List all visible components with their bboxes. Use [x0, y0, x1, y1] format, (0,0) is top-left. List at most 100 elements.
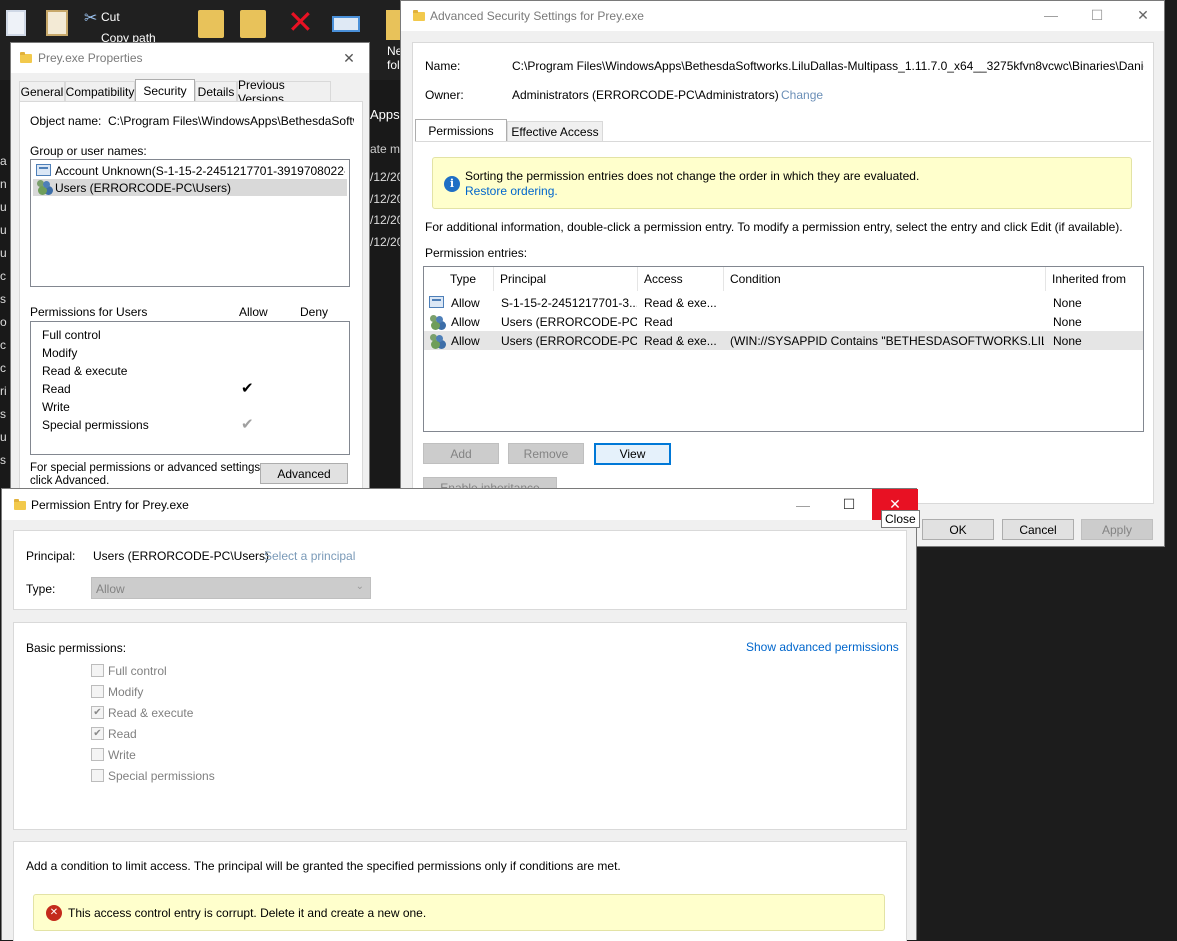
add-button[interactable]: Add	[423, 443, 499, 464]
principal-panel: Principal: Users (ERRORCODE-PC\Users) Se…	[13, 530, 907, 610]
apply-button[interactable]: Apply	[1081, 519, 1153, 540]
properties-dialog: Prey.exe Properties ✕ General Compatibil…	[10, 42, 370, 502]
tab-divider	[415, 141, 1151, 142]
condition-panel: Add a condition to limit access. The pri…	[13, 841, 907, 941]
list-item: Read	[42, 382, 71, 396]
table-header: Type Principal Access Condition Inherite…	[424, 267, 1143, 291]
full-control-label: Full control	[108, 664, 167, 678]
advanced-body: Name: C:\Program Files\WindowsApps\Bethe…	[412, 42, 1154, 504]
view-button[interactable]: View	[594, 443, 671, 465]
entry-titlebar[interactable]: Permission Entry for Prey.exe — ☐ ✕	[2, 489, 918, 520]
change-owner-link[interactable]: Change	[781, 88, 823, 102]
close-icon[interactable]: ✕	[331, 43, 367, 73]
info-icon: i	[444, 176, 460, 192]
cancel-button[interactable]: Cancel	[1002, 519, 1074, 540]
users-icon	[429, 334, 445, 348]
explorer-apps-fragment: Apps	[370, 107, 400, 122]
restore-ordering-link[interactable]: Restore ordering.	[465, 184, 558, 198]
package-icon	[429, 296, 444, 308]
permission-entries-table[interactable]: Type Principal Access Condition Inherite…	[423, 266, 1144, 432]
cut-icon[interactable]: ✂	[84, 8, 97, 28]
advanced-security-dialog: Advanced Security Settings for Prey.exe …	[400, 0, 1165, 547]
tab-compatibility[interactable]: Compatibility	[65, 81, 135, 101]
cut-label[interactable]: Cut	[101, 10, 120, 24]
package-icon	[36, 164, 51, 176]
modify-checkbox[interactable]	[91, 685, 104, 698]
properties-tabs: General Compatibility Security Details P…	[19, 78, 369, 106]
full-control-checkbox[interactable]	[91, 664, 104, 677]
tab-details[interactable]: Details	[195, 81, 237, 101]
type-select[interactable]: Allow ⌄	[91, 577, 371, 599]
minimize-icon[interactable]: —	[1028, 1, 1074, 29]
column-header-principal[interactable]: Principal	[494, 267, 638, 291]
special-permissions-note: For special permissions or advanced sett…	[30, 462, 264, 487]
permissions-list[interactable]: Full control Modify Read & execute Read …	[30, 321, 350, 455]
copy-icon[interactable]	[6, 10, 26, 36]
paste-icon[interactable]	[46, 10, 68, 36]
table-row[interactable]: Allow Users (ERRORCODE-PC... Read None	[424, 312, 1143, 331]
explorer-date-3: /12/20	[370, 213, 404, 227]
deny-header: Deny	[300, 305, 329, 319]
show-advanced-permissions-link[interactable]: Show advanced permissions	[746, 640, 899, 654]
list-item[interactable]: Account Unknown(S-1-15-2-2451217701-3919…	[33, 162, 347, 179]
advanced-title: Advanced Security Settings for Prey.exe	[430, 9, 644, 23]
security-tab-panel: Object name: C:\Program Files\WindowsApp…	[19, 101, 363, 501]
tab-general[interactable]: General	[19, 81, 65, 101]
error-icon: ✕	[46, 905, 62, 921]
advanced-titlebar[interactable]: Advanced Security Settings for Prey.exe …	[401, 1, 1164, 31]
object-name-value: C:\Program Files\WindowsApps\BethesdaSof…	[108, 114, 354, 128]
column-header-access[interactable]: Access	[638, 267, 724, 291]
rename-icon[interactable]	[332, 16, 360, 32]
list-item: Full control	[42, 328, 101, 342]
write-label: Write	[108, 748, 136, 762]
maximize-icon[interactable]: ☐	[1074, 1, 1120, 29]
group-list[interactable]: Account Unknown(S-1-15-2-2451217701-3919…	[30, 159, 350, 287]
close-icon[interactable]: ✕	[1120, 1, 1166, 29]
name-label: Name:	[425, 59, 461, 73]
special-permissions-checkbox[interactable]	[91, 769, 104, 782]
table-row-selected[interactable]: Allow Users (ERRORCODE-PC... Read & exe.…	[424, 331, 1143, 350]
list-item: Write	[42, 400, 70, 414]
list-item: Special permissions	[42, 418, 149, 432]
users-icon	[429, 315, 445, 329]
explorer-date-2: /12/20	[370, 192, 404, 206]
owner-label: Owner:	[425, 88, 464, 102]
copy-to-icon[interactable]	[240, 10, 266, 38]
group-names-label: Group or user names:	[30, 144, 147, 158]
allow-header: Allow	[239, 305, 268, 319]
tab-previous-versions[interactable]: Previous Versions	[237, 78, 331, 106]
list-item[interactable]: Users (ERRORCODE-PC\Users)	[33, 179, 347, 196]
maximize-icon[interactable]: ☐	[826, 489, 872, 520]
chevron-down-icon: ⌄	[355, 581, 364, 592]
read-execute-checkbox[interactable]: ✔	[91, 706, 104, 719]
table-row[interactable]: Allow S-1-15-2-2451217701-3... Read & ex…	[424, 293, 1143, 312]
properties-titlebar[interactable]: Prey.exe Properties ✕	[11, 43, 369, 73]
select-principal-link[interactable]: Select a principal	[264, 549, 355, 563]
read-checkbox[interactable]: ✔	[91, 727, 104, 740]
read-label: Read	[108, 727, 137, 741]
tab-permissions[interactable]: Permissions	[415, 119, 507, 141]
users-icon	[36, 180, 52, 194]
permissions-for-label: Permissions for Users	[30, 305, 148, 319]
column-header-inherited[interactable]: Inherited from	[1046, 267, 1143, 291]
write-checkbox[interactable]	[91, 748, 104, 761]
read-allow-check: ✔	[241, 380, 254, 397]
move-to-icon[interactable]	[198, 10, 224, 38]
type-label: Type:	[26, 582, 56, 596]
principal-label: Principal:	[26, 549, 76, 563]
minimize-icon[interactable]: —	[780, 489, 826, 520]
column-header-condition[interactable]: Condition	[724, 267, 1046, 291]
permission-entries-label: Permission entries:	[425, 246, 528, 260]
name-value: C:\Program Files\WindowsApps\BethesdaSof…	[512, 59, 1144, 73]
tab-effective-access[interactable]: Effective Access	[507, 121, 603, 141]
ok-button[interactable]: OK	[922, 519, 994, 540]
remove-button[interactable]: Remove	[508, 443, 584, 464]
column-header-type[interactable]: Type	[444, 267, 494, 291]
delete-icon[interactable]: ✕	[287, 6, 314, 38]
advanced-button[interactable]: Advanced	[260, 463, 348, 484]
read-execute-label: Read & execute	[108, 706, 194, 720]
tab-security[interactable]: Security	[135, 79, 195, 101]
error-banner: ✕ This access control entry is corrupt. …	[33, 894, 885, 931]
special-permissions-label: Special permissions	[108, 769, 215, 783]
info-text: Sorting the permission entries does not …	[465, 169, 920, 183]
